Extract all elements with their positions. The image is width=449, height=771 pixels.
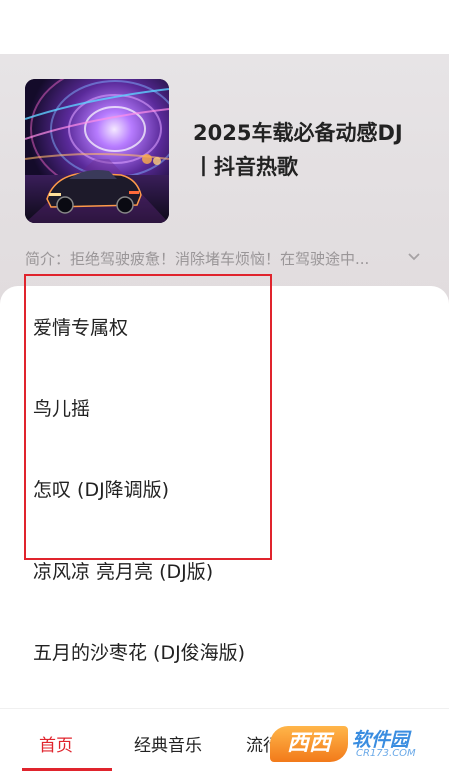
cover-art-image xyxy=(25,79,169,223)
chevron-down-icon[interactable] xyxy=(407,248,421,269)
tab-classic-music[interactable]: 经典音乐 xyxy=(134,731,202,756)
playlist-intro[interactable]: 简介：拒绝驾驶疲惫！消除堵车烦恼！在驾驶途中... xyxy=(25,248,425,270)
watermark-url: CR173.COM xyxy=(356,748,416,759)
playlist-title-line-1: 2025车载必备动感DJ xyxy=(193,121,403,145)
playlist-title-line-2: 丨抖音热歌 xyxy=(193,155,298,179)
song-item[interactable]: 凉风凉 亮月亮 (DJ版) xyxy=(33,557,213,584)
tab-home[interactable]: 首页 xyxy=(39,731,73,756)
song-item[interactable]: 鸟儿摇 xyxy=(33,394,90,421)
song-item[interactable]: 五月的沙枣花 (DJ俊海版) xyxy=(33,638,245,665)
playlist-cover[interactable] xyxy=(25,79,169,223)
song-list-sheet: 爱情专属权 鸟儿摇 怎叹 (DJ降调版) 凉风凉 亮月亮 (DJ版) 五月的沙枣… xyxy=(0,286,449,771)
song-item[interactable]: 爱情专属权 xyxy=(33,313,128,340)
playlist-title: 2025车载必备动感DJ 丨抖音热歌 xyxy=(193,116,433,184)
status-bar-area xyxy=(0,0,449,54)
playlist-intro-text: 简介：拒绝驾驶疲惫！消除堵车烦恼！在驾驶途中... xyxy=(25,250,370,268)
song-item[interactable]: 怎叹 (DJ降调版) xyxy=(33,475,169,502)
site-watermark: 西西 软件园 CR173.COM xyxy=(270,724,438,764)
watermark-logo: 西西 xyxy=(270,726,348,762)
